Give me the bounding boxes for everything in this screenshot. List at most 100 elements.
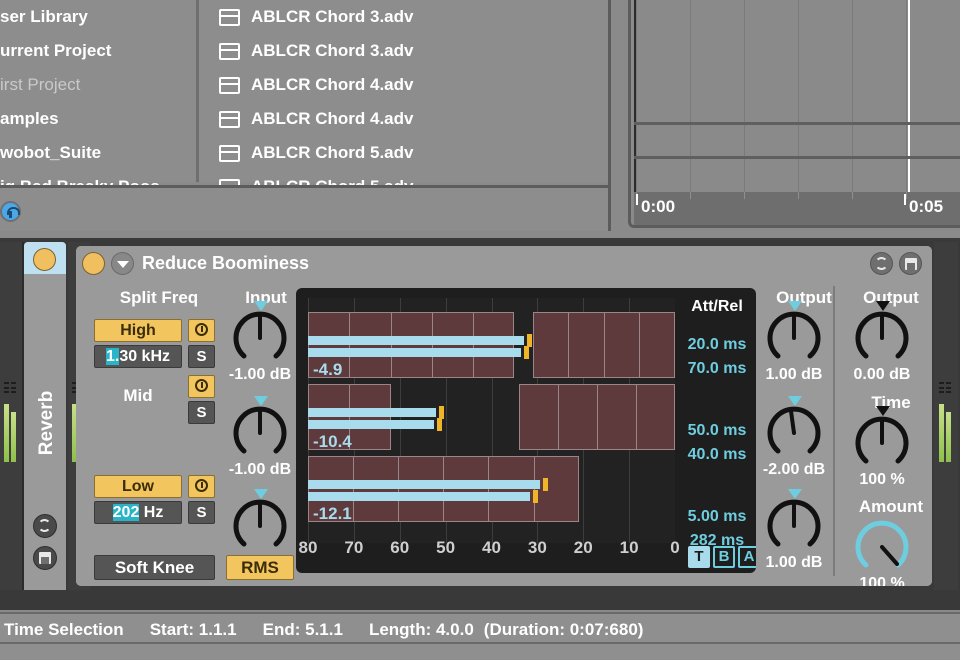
- band-mid-input-value: -1.00 dB: [217, 461, 303, 479]
- threshold-marker[interactable]: [437, 418, 442, 431]
- list-item[interactable]: ABLCR Chord 3.adv: [199, 0, 611, 34]
- reverb-hotswap-icon[interactable]: [33, 514, 57, 538]
- region-segment-line: [558, 384, 559, 450]
- rms-button[interactable]: RMS: [226, 555, 294, 580]
- gain-reduction-label: -12.1: [313, 504, 352, 524]
- threshold-marker[interactable]: [524, 346, 529, 359]
- band-high-output-knob[interactable]: 1.00 dB: [766, 310, 822, 366]
- band-high-freq-rest: 30 kHz: [119, 348, 170, 365]
- ruler-marker: [904, 194, 906, 205]
- band-mid-activator[interactable]: [188, 375, 215, 398]
- status-bar: Time Selection Start: 1.1.1 End: 5.1.1 L…: [0, 612, 960, 644]
- meter-scale-tick: [11, 382, 16, 384]
- save-icon[interactable]: [899, 252, 922, 275]
- waveform-gridline: [744, 0, 745, 192]
- band-high-activator[interactable]: [188, 319, 215, 342]
- band-low-name-button[interactable]: Low: [94, 475, 182, 498]
- band-low-output-knob[interactable]: 1.00 dB: [766, 498, 822, 554]
- master-time-knob[interactable]: 100 %: [854, 415, 910, 471]
- device-activator-dot[interactable]: [82, 252, 105, 275]
- band-low-input-knob[interactable]: -1.00 dB: [232, 498, 288, 554]
- band-mid-solo-button[interactable]: S: [188, 401, 215, 424]
- master-time-value: 100 %: [839, 471, 925, 489]
- band-low-activator[interactable]: [188, 475, 215, 498]
- master-output-column-title: Output: [851, 288, 931, 308]
- reverb-save-icon[interactable]: [33, 546, 57, 570]
- device-reverb-strip[interactable]: Reverb: [24, 242, 66, 590]
- sidebar-item-3[interactable]: amples: [0, 102, 196, 136]
- split-freq-column-title: Split Freq: [94, 288, 224, 308]
- meter-bar: [4, 404, 9, 462]
- list-item[interactable]: ABLCR Chord 4.adv: [199, 102, 611, 136]
- preset-file-icon: [219, 111, 240, 128]
- band-low-freq-field[interactable]: 202 Hz: [94, 501, 182, 524]
- soft-knee-button[interactable]: Soft Knee: [94, 555, 215, 580]
- browser-file-list[interactable]: ABLCR Chord 3.advABLCR Chord 3.advABLCR …: [199, 0, 611, 182]
- master-output-knob[interactable]: 0.00 dB: [854, 310, 910, 366]
- threshold-marker[interactable]: [533, 490, 538, 503]
- graph-mode-button-b[interactable]: B: [713, 546, 735, 568]
- list-item[interactable]: ABLCR Chord 4.adv: [199, 68, 611, 102]
- arrangement-waveform-area[interactable]: 0:000:05: [628, 0, 960, 228]
- region-segment-line: [636, 384, 637, 450]
- ruler-tick: [906, 192, 907, 199]
- meter-scale-tick: [946, 391, 951, 393]
- attrel-title: Att/Rel: [686, 298, 748, 316]
- axis-tick-label: 70: [337, 538, 371, 558]
- band-mid-output-value: -2.00 dB: [751, 461, 837, 479]
- graph-mode-button-t[interactable]: T: [688, 546, 710, 568]
- browser-and-arrangement-area: ser Libraryurrent Projectirst Projectamp…: [0, 0, 960, 238]
- sidebar-item-2[interactable]: irst Project: [0, 68, 196, 102]
- attrel-value[interactable]: 40.0 ms: [679, 446, 755, 464]
- waveform-canvas[interactable]: [634, 0, 960, 192]
- band-high-input-value: -1.00 dB: [217, 366, 303, 384]
- attrel-value[interactable]: 70.0 ms: [679, 360, 755, 378]
- band-mid-output-knob[interactable]: -2.00 dB: [766, 405, 822, 461]
- waveform-gridline: [636, 0, 637, 192]
- ruler-time-label: 0:05: [909, 197, 943, 217]
- headphone-icon[interactable]: [0, 201, 21, 222]
- chevron-down-icon[interactable]: [111, 252, 134, 275]
- list-item[interactable]: ABLCR Chord 5.adv: [199, 136, 611, 170]
- axis-tick-label: 80: [296, 538, 325, 558]
- attrel-value[interactable]: 50.0 ms: [679, 422, 755, 440]
- hotswap-icon[interactable]: [870, 252, 893, 275]
- master-amount-knob[interactable]: 100 %: [854, 519, 910, 575]
- time-ruler[interactable]: 0:000:05: [634, 192, 960, 225]
- band-high-input-knob[interactable]: -1.00 dB: [232, 310, 288, 366]
- reverb-activator-dot[interactable]: [33, 248, 56, 271]
- dynamics-graph[interactable]: -4.9-10.4-12.1 Att/Rel 20.0 ms 70.0 ms 50.…: [296, 288, 756, 573]
- sidebar-item-0[interactable]: ser Library: [0, 0, 196, 34]
- meter-scale-tick: [939, 387, 944, 389]
- device-header[interactable]: Reduce Boominess: [76, 246, 932, 281]
- band-mid-input-knob[interactable]: -1.00 dB: [232, 405, 288, 461]
- band-high-name-button[interactable]: High: [94, 319, 182, 342]
- ruler-marker: [636, 194, 638, 205]
- axis-tick-label: 50: [429, 538, 463, 558]
- threshold-marker[interactable]: [543, 478, 548, 491]
- region-segment-line: [443, 456, 444, 522]
- browser-sidebar[interactable]: ser Libraryurrent Projectirst Projectamp…: [0, 0, 196, 182]
- level-meter: [4, 382, 18, 462]
- status-end: End: 5.1.1: [263, 620, 343, 640]
- master-section-divider: [833, 286, 835, 576]
- meter-scale-tick: [939, 382, 944, 384]
- band-high-solo-button[interactable]: S: [188, 345, 215, 368]
- waveform-gridline: [906, 0, 907, 192]
- file-name: ABLCR Chord 4.adv: [251, 109, 413, 129]
- region-segment-line: [488, 456, 489, 522]
- region-segment-line: [597, 384, 598, 450]
- meter-bar: [946, 412, 951, 462]
- list-item[interactable]: ABLCR Chord 3.adv: [199, 34, 611, 68]
- meter-bar: [11, 412, 16, 462]
- graph-plot-area[interactable]: -4.9-10.4-12.1: [308, 298, 675, 543]
- band-high-freq-field[interactable]: 1.30 kHz: [94, 345, 182, 368]
- reverb-header[interactable]: [24, 242, 66, 274]
- meter-scale-tick: [939, 391, 944, 393]
- attrel-value[interactable]: 5.00 ms: [679, 508, 755, 526]
- sidebar-item-1[interactable]: urrent Project: [0, 34, 196, 68]
- attrel-value[interactable]: 20.0 ms: [679, 336, 755, 354]
- browser-footer-inner: [0, 191, 611, 231]
- band-low-solo-button[interactable]: S: [188, 501, 215, 524]
- sidebar-item-4[interactable]: wobot_Suite: [0, 136, 196, 170]
